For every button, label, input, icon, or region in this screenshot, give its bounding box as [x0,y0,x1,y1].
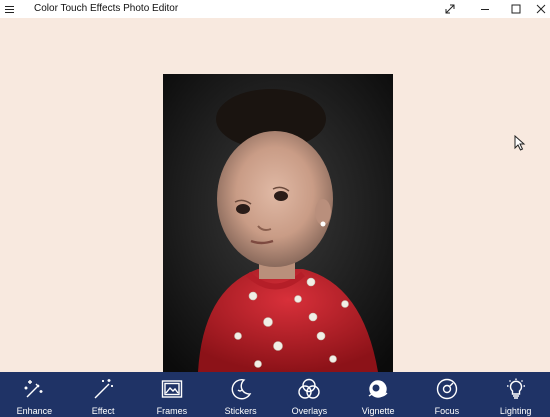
vignette-icon [365,376,391,402]
app-title: Color Touch Effects Photo Editor [34,3,179,14]
bottom-toolbar: Enhance Effect Frames Stickers Overlays … [0,372,550,417]
focus-button[interactable]: Focus [413,372,482,417]
mouse-cursor [514,134,526,156]
picture-frame-icon [159,376,185,402]
stickers-button[interactable]: Stickers [206,372,275,417]
minimize-icon[interactable] [470,0,500,18]
focus-label: Focus [434,406,460,416]
close-icon[interactable] [526,0,550,18]
hamburger-menu-icon[interactable] [2,2,16,16]
overlays-button[interactable]: Overlays [275,372,344,417]
magic-wand-icon [90,376,116,402]
overlays-label: Overlays [291,406,328,416]
lightbulb-icon [503,376,529,402]
title-bar: Color Touch Effects Photo Editor [0,0,550,18]
frames-button[interactable]: Frames [138,372,207,417]
expand-icon[interactable] [435,0,465,18]
enhance-button[interactable]: Enhance [0,372,69,417]
stickers-label: Stickers [224,406,257,416]
lighting-label: Lighting [499,406,532,416]
overlapping-circles-icon [296,376,322,402]
moon-sticker-icon [228,376,254,402]
vignette-label: Vignette [361,406,395,416]
frames-label: Frames [156,406,188,416]
enhance-label: Enhance [16,406,53,416]
vignette-button[interactable]: Vignette [344,372,413,417]
lighting-button[interactable]: Lighting [481,372,550,417]
effect-button[interactable]: Effect [69,372,138,417]
wand-sparkle-icon [21,376,47,402]
effect-label: Effect [91,406,115,416]
focus-target-icon [434,376,460,402]
photo-preview[interactable] [163,74,393,372]
